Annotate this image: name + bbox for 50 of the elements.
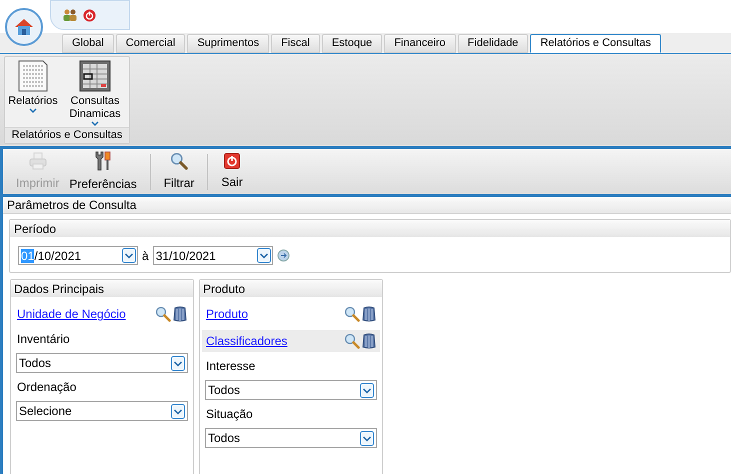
search-icon[interactable] [344,333,360,349]
caret-icon [91,121,99,127]
search-icon[interactable] [155,306,171,322]
house-icon [14,18,34,36]
ribbon-tab[interactable]: Financeiro [384,34,456,53]
power-icon [224,152,240,168]
group-title: Produto [200,280,382,297]
field-label: Inventário [16,331,71,348]
date-field[interactable]: 01/10/2021 [18,246,138,265]
spreadsheet-icon [78,59,112,93]
range-separator: à [142,248,149,264]
caret-icon [29,108,37,114]
document-icon [16,59,50,93]
search-icon[interactable] [344,306,360,322]
magnifier-icon [170,152,188,170]
lookup-link[interactable]: Produto [206,305,248,323]
toolbar-button[interactable]: Preferências [64,150,142,192]
tools-icon [94,150,112,170]
panel-title: Parâmetros de Consulta [3,197,731,214]
ribbon-tab[interactable]: Relatórios e Consultas [530,34,661,53]
group-title: Dados Principais [11,280,193,297]
ribbon-tab[interactable]: Global [62,34,114,53]
toolbar-button[interactable]: Sair [216,152,248,190]
group-title: Relatórios e Consultas [5,127,129,143]
toolbar-button[interactable]: Filtrar [158,152,200,192]
ribbon-button[interactable]: Relatórios [6,59,60,114]
ribbon-button[interactable]: Consultas Dinamicas [62,59,128,127]
date-field[interactable]: 31/10/2021 [152,246,273,265]
dropdown-field[interactable]: Todos [16,353,188,373]
lookup-link[interactable]: Unidade de Negócio [17,305,126,323]
users-icon[interactable] [63,9,77,21]
field-label: Situação [205,406,254,423]
lookup-link[interactable]: Classificadores [206,332,288,350]
field-label: Ordenação [16,379,78,396]
ribbon-tab[interactable]: Suprimentos [187,34,270,53]
power-icon[interactable] [83,8,96,22]
ribbon-tab[interactable]: Fidelidade [458,34,528,53]
dropdown-field[interactable]: Todos [205,380,377,400]
group-title: Período [10,220,730,237]
ribbon-tab[interactable]: Comercial [116,34,186,53]
barrel-icon[interactable] [362,333,376,349]
dropdown-field[interactable]: Todos [205,428,377,448]
ribbon-tab[interactable]: Fiscal [271,34,320,53]
home-button[interactable] [5,8,43,46]
barrel-icon[interactable] [362,306,376,322]
barrel-icon[interactable] [173,306,187,322]
ribbon-tab[interactable]: Estoque [322,34,382,53]
printer-icon [28,152,47,170]
dropdown-field[interactable]: Selecione [16,401,188,421]
field-label: Interesse [205,358,256,375]
